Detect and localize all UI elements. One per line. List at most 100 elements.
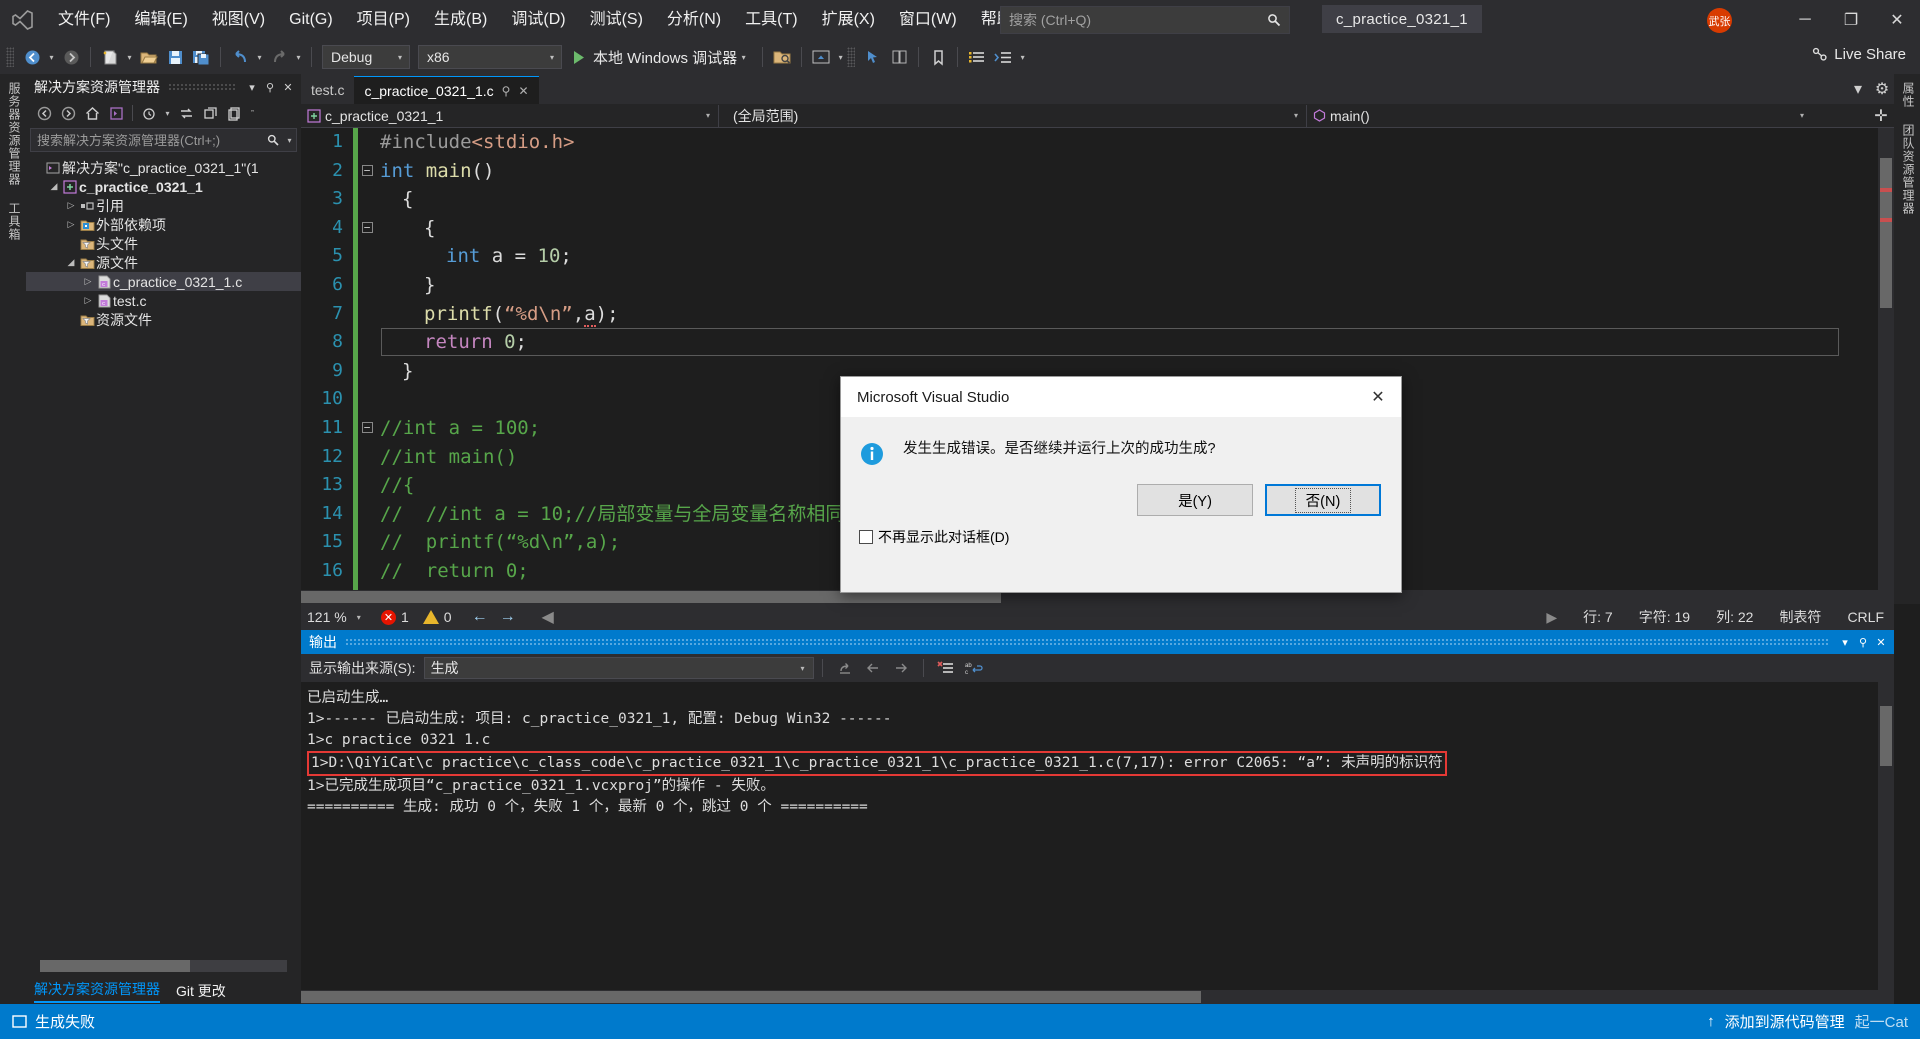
undo-icon[interactable] [227,44,253,70]
solution-view-icon[interactable] [104,102,128,124]
home-icon[interactable] [80,102,104,124]
add-to-source-control-label[interactable]: 添加到源代码管理 [1725,1011,1845,1032]
global-search-box[interactable] [1000,6,1290,34]
tree-twisty-icon[interactable]: ▷ [64,219,78,230]
menu-test[interactable]: 测试(S) [578,0,655,40]
solution-platform-dropdown[interactable]: x86 ▾ [418,45,562,69]
vtab-properties[interactable]: 属性 [1894,74,1920,116]
tab-git-changes[interactable]: Git 更改 [176,981,226,1001]
navigate-backward-icon[interactable] [19,44,45,70]
dialog-no-button[interactable]: 否(N) [1265,484,1381,516]
bookmark-icon[interactable] [925,44,951,70]
pending-changes-icon[interactable] [137,102,161,124]
code-line[interactable]: 3{ [301,185,1894,214]
menu-edit[interactable]: 编辑(E) [122,0,199,40]
chevron-down-icon[interactable]: ▾ [1792,111,1812,120]
zoom-level-dropdown[interactable]: 121 % ▾ [301,609,381,625]
navbar-scope-dropdown[interactable]: (全局范围) ▾ [719,105,1307,127]
vtab-team-explorer[interactable]: 团队资源管理器 [1894,116,1920,223]
tree-twisty-icon[interactable]: ◢ [64,257,78,268]
previous-issue-arrow-icon[interactable]: ← [466,608,494,626]
output-horizontal-scrollbar[interactable] [301,990,1878,1004]
code-line[interactable]: 6} [301,271,1894,300]
toggle-word-wrap-icon[interactable]: ab c [960,656,988,680]
navigate-backward-dropdown-icon[interactable]: ▾ [45,44,58,70]
dialog-yes-button[interactable]: 是(Y) [1137,484,1253,516]
search-folder-icon[interactable] [769,44,795,70]
output-panel-drag-handle[interactable] [345,638,1828,646]
chevron-down-icon[interactable]: ▾ [793,664,813,673]
code-line[interactable]: 7printf(“%d\n”,a); [301,300,1894,329]
next-message-icon[interactable] [887,656,915,680]
solution-explorer-search-box[interactable]: ▾ [30,128,297,152]
menu-extensions[interactable]: 扩展(X) [810,0,887,40]
tree-twisty-icon[interactable]: ▷ [81,295,95,306]
output-text-area[interactable]: 已启动生成…1>------ 已启动生成: 项目: c_practice_032… [301,682,1894,982]
tab-list-chevron-down-icon[interactable]: ▾ [1846,76,1870,102]
open-file-icon[interactable] [136,44,162,70]
warning-count-badge[interactable]: 0 [423,609,452,625]
refresh-icon[interactable] [198,102,222,124]
navbar-project-dropdown[interactable]: c_practice_0321_1 ▾ [301,105,719,127]
output-vertical-scrollbar[interactable] [1878,682,1894,1004]
tree-item[interactable]: ▷外部依赖项 [26,215,301,234]
previous-message-icon[interactable] [859,656,887,680]
code-line[interactable]: 4−{ [301,214,1894,243]
sync-with-active-document-icon[interactable] [174,102,198,124]
pin-icon[interactable]: ⚲ [1854,632,1872,652]
search-icon[interactable] [1259,13,1289,27]
tree-twisty-icon[interactable]: ◢ [47,181,61,192]
pin-tab-icon[interactable]: ⚲ [502,84,511,98]
vtab-server-explorer[interactable]: 服务器资源管理器 [0,74,29,194]
undo-dropdown-icon[interactable]: ▾ [253,44,266,70]
vtab-toolbox[interactable]: 工具箱 [0,194,29,249]
editor-vertical-scrollbar[interactable] [1878,128,1894,604]
solution-configuration-dropdown[interactable]: Debug ▾ [322,45,410,69]
chevron-down-icon[interactable]: ▾ [543,53,561,62]
menu-build[interactable]: 生成(B) [422,0,499,40]
add-split-view-icon[interactable]: ✛ [1868,106,1894,126]
pin-icon[interactable]: ⚲ [261,77,279,97]
menu-debug[interactable]: 调试(D) [499,0,577,40]
close-icon[interactable]: ✕ [1872,632,1890,652]
menu-view[interactable]: 视图(V) [200,0,277,40]
menu-file[interactable]: 文件(F) [46,0,122,40]
tree-item[interactable]: ◢源文件 [26,253,301,272]
tree-item[interactable]: ◢c_practice_0321_1 [26,177,301,196]
panel-menu-chevron-down-icon[interactable]: ▾ [243,77,261,97]
menu-project[interactable]: 项目(P) [345,0,422,40]
search-options-dropdown-icon[interactable]: ▾ [283,127,296,153]
output-source-dropdown[interactable]: 生成 ▾ [424,657,814,679]
chevron-down-icon[interactable]: ▾ [391,53,409,62]
editor-settings-gear-icon[interactable]: ⚙ [1870,76,1894,102]
start-debugging-dropdown-icon[interactable]: ▾ [737,44,750,70]
chevron-down-icon[interactable]: ▾ [357,613,361,622]
tree-item[interactable]: ▷引用 [26,196,301,215]
start-debugging-button[interactable]: 本地 Windows 调试器 ▾ [566,44,756,70]
search-icon[interactable] [263,134,283,146]
output-error-line[interactable]: 1>D:\QiYiCat\c practice\c_class_code\c_p… [307,751,1894,776]
tree-item[interactable]: ▷cc_practice_0321_1.c [26,272,301,291]
collapse-outline-icon[interactable]: − [358,414,376,443]
scrollbar-thumb[interactable] [1880,706,1892,766]
navbar-member-dropdown[interactable]: main() ▾ [1307,105,1812,127]
error-count-badge[interactable]: ✕ 1 [381,609,409,625]
menu-git[interactable]: Git(G) [277,0,345,40]
close-button[interactable]: ✕ [1874,0,1920,40]
redo-dropdown-icon[interactable]: ▾ [292,44,305,70]
toolbar-grip[interactable] [6,47,14,67]
compare-files-icon[interactable] [886,44,912,70]
close-icon[interactable]: ✕ [279,77,297,97]
project-name-chip[interactable]: c_practice_0321_1 [1322,5,1482,33]
eol-indicator[interactable]: CRLF [1847,609,1884,625]
dont-show-again-checkbox[interactable]: 不再显示此对话框(D) [859,527,1009,547]
select-element-icon[interactable] [860,44,886,70]
new-project-dropdown-icon[interactable]: ▾ [123,44,136,70]
tree-twisty-icon[interactable]: ▷ [81,276,95,287]
dialog-close-button[interactable]: ✕ [1355,377,1401,417]
menu-window[interactable]: 窗口(W) [887,0,969,40]
pending-changes-dropdown-icon[interactable]: ▾ [161,100,174,126]
save-file-icon[interactable] [162,44,188,70]
tree-item[interactable]: 资源文件 [26,310,301,329]
toolbar-overflow-icon[interactable]: ▾ [1016,44,1029,70]
